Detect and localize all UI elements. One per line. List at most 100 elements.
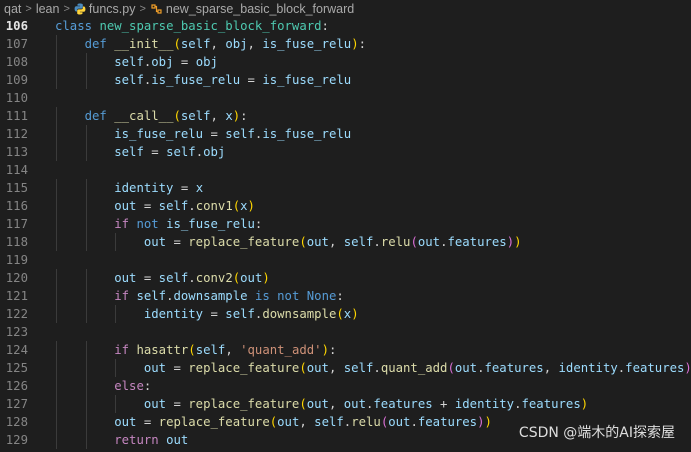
code-token: = bbox=[136, 199, 159, 213]
code-token: = bbox=[136, 415, 159, 429]
code-token: = bbox=[173, 181, 196, 195]
code-token: self bbox=[225, 307, 255, 321]
breadcrumb: qat > lean > funcs.py > new_sparse_basic… bbox=[0, 0, 691, 17]
breadcrumb-file-label: funcs.py bbox=[88, 1, 136, 16]
code-token: self bbox=[314, 415, 344, 429]
code-line[interactable]: 106 class new_sparse_basic_block_forward: bbox=[0, 17, 691, 35]
breadcrumb-symbol-label: new_sparse_basic_block_forward bbox=[165, 1, 355, 16]
code-token: , bbox=[247, 37, 263, 51]
code-token: features bbox=[484, 361, 544, 375]
code-token: features bbox=[447, 235, 507, 249]
code-token: replace_feature bbox=[188, 235, 300, 249]
code-token: out bbox=[143, 235, 167, 249]
code-token: quant_add bbox=[380, 361, 448, 375]
code-line[interactable]: 123 bbox=[0, 323, 691, 341]
code-line[interactable]: 118 out = replace_feature(out, self.relu… bbox=[0, 233, 691, 251]
breadcrumb-item-symbol[interactable]: new_sparse_basic_block_forward bbox=[150, 2, 354, 16]
line-number: 119 bbox=[5, 253, 28, 267]
code-token: out bbox=[277, 415, 300, 429]
code-text: out = replace_feature(out, self.relu(out… bbox=[55, 233, 522, 251]
code-line[interactable]: 120 out = self.conv2(out) bbox=[0, 269, 691, 287]
code-text: out = replace_feature(out, self.quant_ad… bbox=[55, 359, 691, 377]
code-token: is_fuse_relu bbox=[262, 73, 352, 87]
code-line[interactable]: 113 self = self.obj bbox=[0, 143, 691, 161]
line-number: 114 bbox=[5, 163, 28, 177]
code-token: self bbox=[136, 289, 167, 303]
code-token: features bbox=[625, 361, 685, 375]
code-token: 'quant_add' bbox=[240, 343, 322, 357]
code-token: if bbox=[114, 289, 130, 303]
code-token: out bbox=[143, 397, 167, 411]
code-token: def bbox=[84, 37, 107, 51]
code-line[interactable]: 112 is_fuse_relu = self.is_fuse_relu bbox=[0, 125, 691, 143]
code-token: obj bbox=[195, 55, 218, 69]
line-number: 112 bbox=[5, 127, 28, 141]
code-token: obj bbox=[203, 145, 226, 159]
code-line[interactable]: 116 out = self.conv1(x) bbox=[0, 197, 691, 215]
code-line[interactable]: 109 self.is_fuse_relu = is_fuse_relu bbox=[0, 71, 691, 89]
code-token: . bbox=[188, 199, 196, 213]
code-token: ( bbox=[188, 343, 196, 357]
breadcrumb-item-folder-lean[interactable]: lean bbox=[36, 2, 60, 16]
code-line[interactable]: 114 bbox=[0, 161, 691, 179]
code-token: is_fuse_relu bbox=[262, 37, 352, 51]
code-token: ) bbox=[262, 271, 270, 285]
code-token: out bbox=[388, 415, 411, 429]
line-number: 107 bbox=[5, 37, 28, 51]
code-line[interactable]: 108 self.obj = obj bbox=[0, 53, 691, 71]
code-text: self = self.obj bbox=[55, 143, 225, 161]
code-text: return out bbox=[55, 431, 188, 449]
code-line[interactable]: 119 bbox=[0, 251, 691, 269]
code-token: out bbox=[343, 397, 366, 411]
code-line[interactable]: 127 out = replace_feature(out, out.featu… bbox=[0, 395, 691, 413]
code-token: features bbox=[521, 397, 581, 411]
code-token: x bbox=[195, 181, 204, 195]
code-line[interactable]: 115 identity = x bbox=[0, 179, 691, 197]
code-line[interactable]: 122 identity = self.downsample(x) bbox=[0, 305, 691, 323]
code-token: ) bbox=[514, 235, 522, 249]
breadcrumb-separator-icon: > bbox=[63, 2, 70, 15]
code-token: out bbox=[306, 397, 329, 411]
code-token: = bbox=[136, 271, 159, 285]
code-token: , bbox=[210, 37, 226, 51]
code-token: : bbox=[358, 37, 367, 51]
code-token: identity bbox=[143, 307, 204, 321]
code-token: + bbox=[432, 397, 455, 411]
code-line[interactable]: 110 bbox=[0, 89, 691, 107]
code-token: , bbox=[210, 109, 226, 123]
line-number: 127 bbox=[5, 397, 28, 411]
line-number: 118 bbox=[5, 235, 28, 249]
code-editor[interactable]: 106 class new_sparse_basic_block_forward:… bbox=[0, 17, 691, 452]
line-number: 129 bbox=[5, 433, 28, 447]
code-text: def __call__(self, x): bbox=[55, 107, 248, 125]
code-line[interactable]: 111 def __call__(self, x): bbox=[0, 107, 691, 125]
code-line[interactable]: 107 def __init__(self, obj, is_fuse_relu… bbox=[0, 35, 691, 53]
line-number: 109 bbox=[5, 73, 28, 87]
code-token: ( bbox=[173, 109, 181, 123]
code-token: ( bbox=[336, 307, 344, 321]
code-token: , bbox=[328, 397, 344, 411]
code-line[interactable]: 124 if hasattr(self, 'quant_add'): bbox=[0, 341, 691, 359]
code-token: self bbox=[180, 109, 211, 123]
code-token: . bbox=[373, 235, 381, 249]
code-token: is bbox=[254, 289, 270, 303]
code-line[interactable]: 125 out = replace_feature(out, self.quan… bbox=[0, 359, 691, 377]
code-line[interactable]: 126 else: bbox=[0, 377, 691, 395]
code-token: replace_feature bbox=[158, 415, 270, 429]
code-token: = bbox=[203, 307, 226, 321]
code-token: ) bbox=[477, 415, 485, 429]
code-line[interactable]: 117 if not is_fuse_relu: bbox=[0, 215, 691, 233]
code-token: else bbox=[114, 379, 144, 393]
breadcrumb-item-file[interactable]: funcs.py bbox=[74, 1, 136, 16]
breadcrumb-item-folder-qat[interactable]: qat bbox=[4, 2, 21, 16]
code-token: identity bbox=[114, 181, 174, 195]
code-line[interactable]: 121 if self.downsample is not None: bbox=[0, 287, 691, 305]
